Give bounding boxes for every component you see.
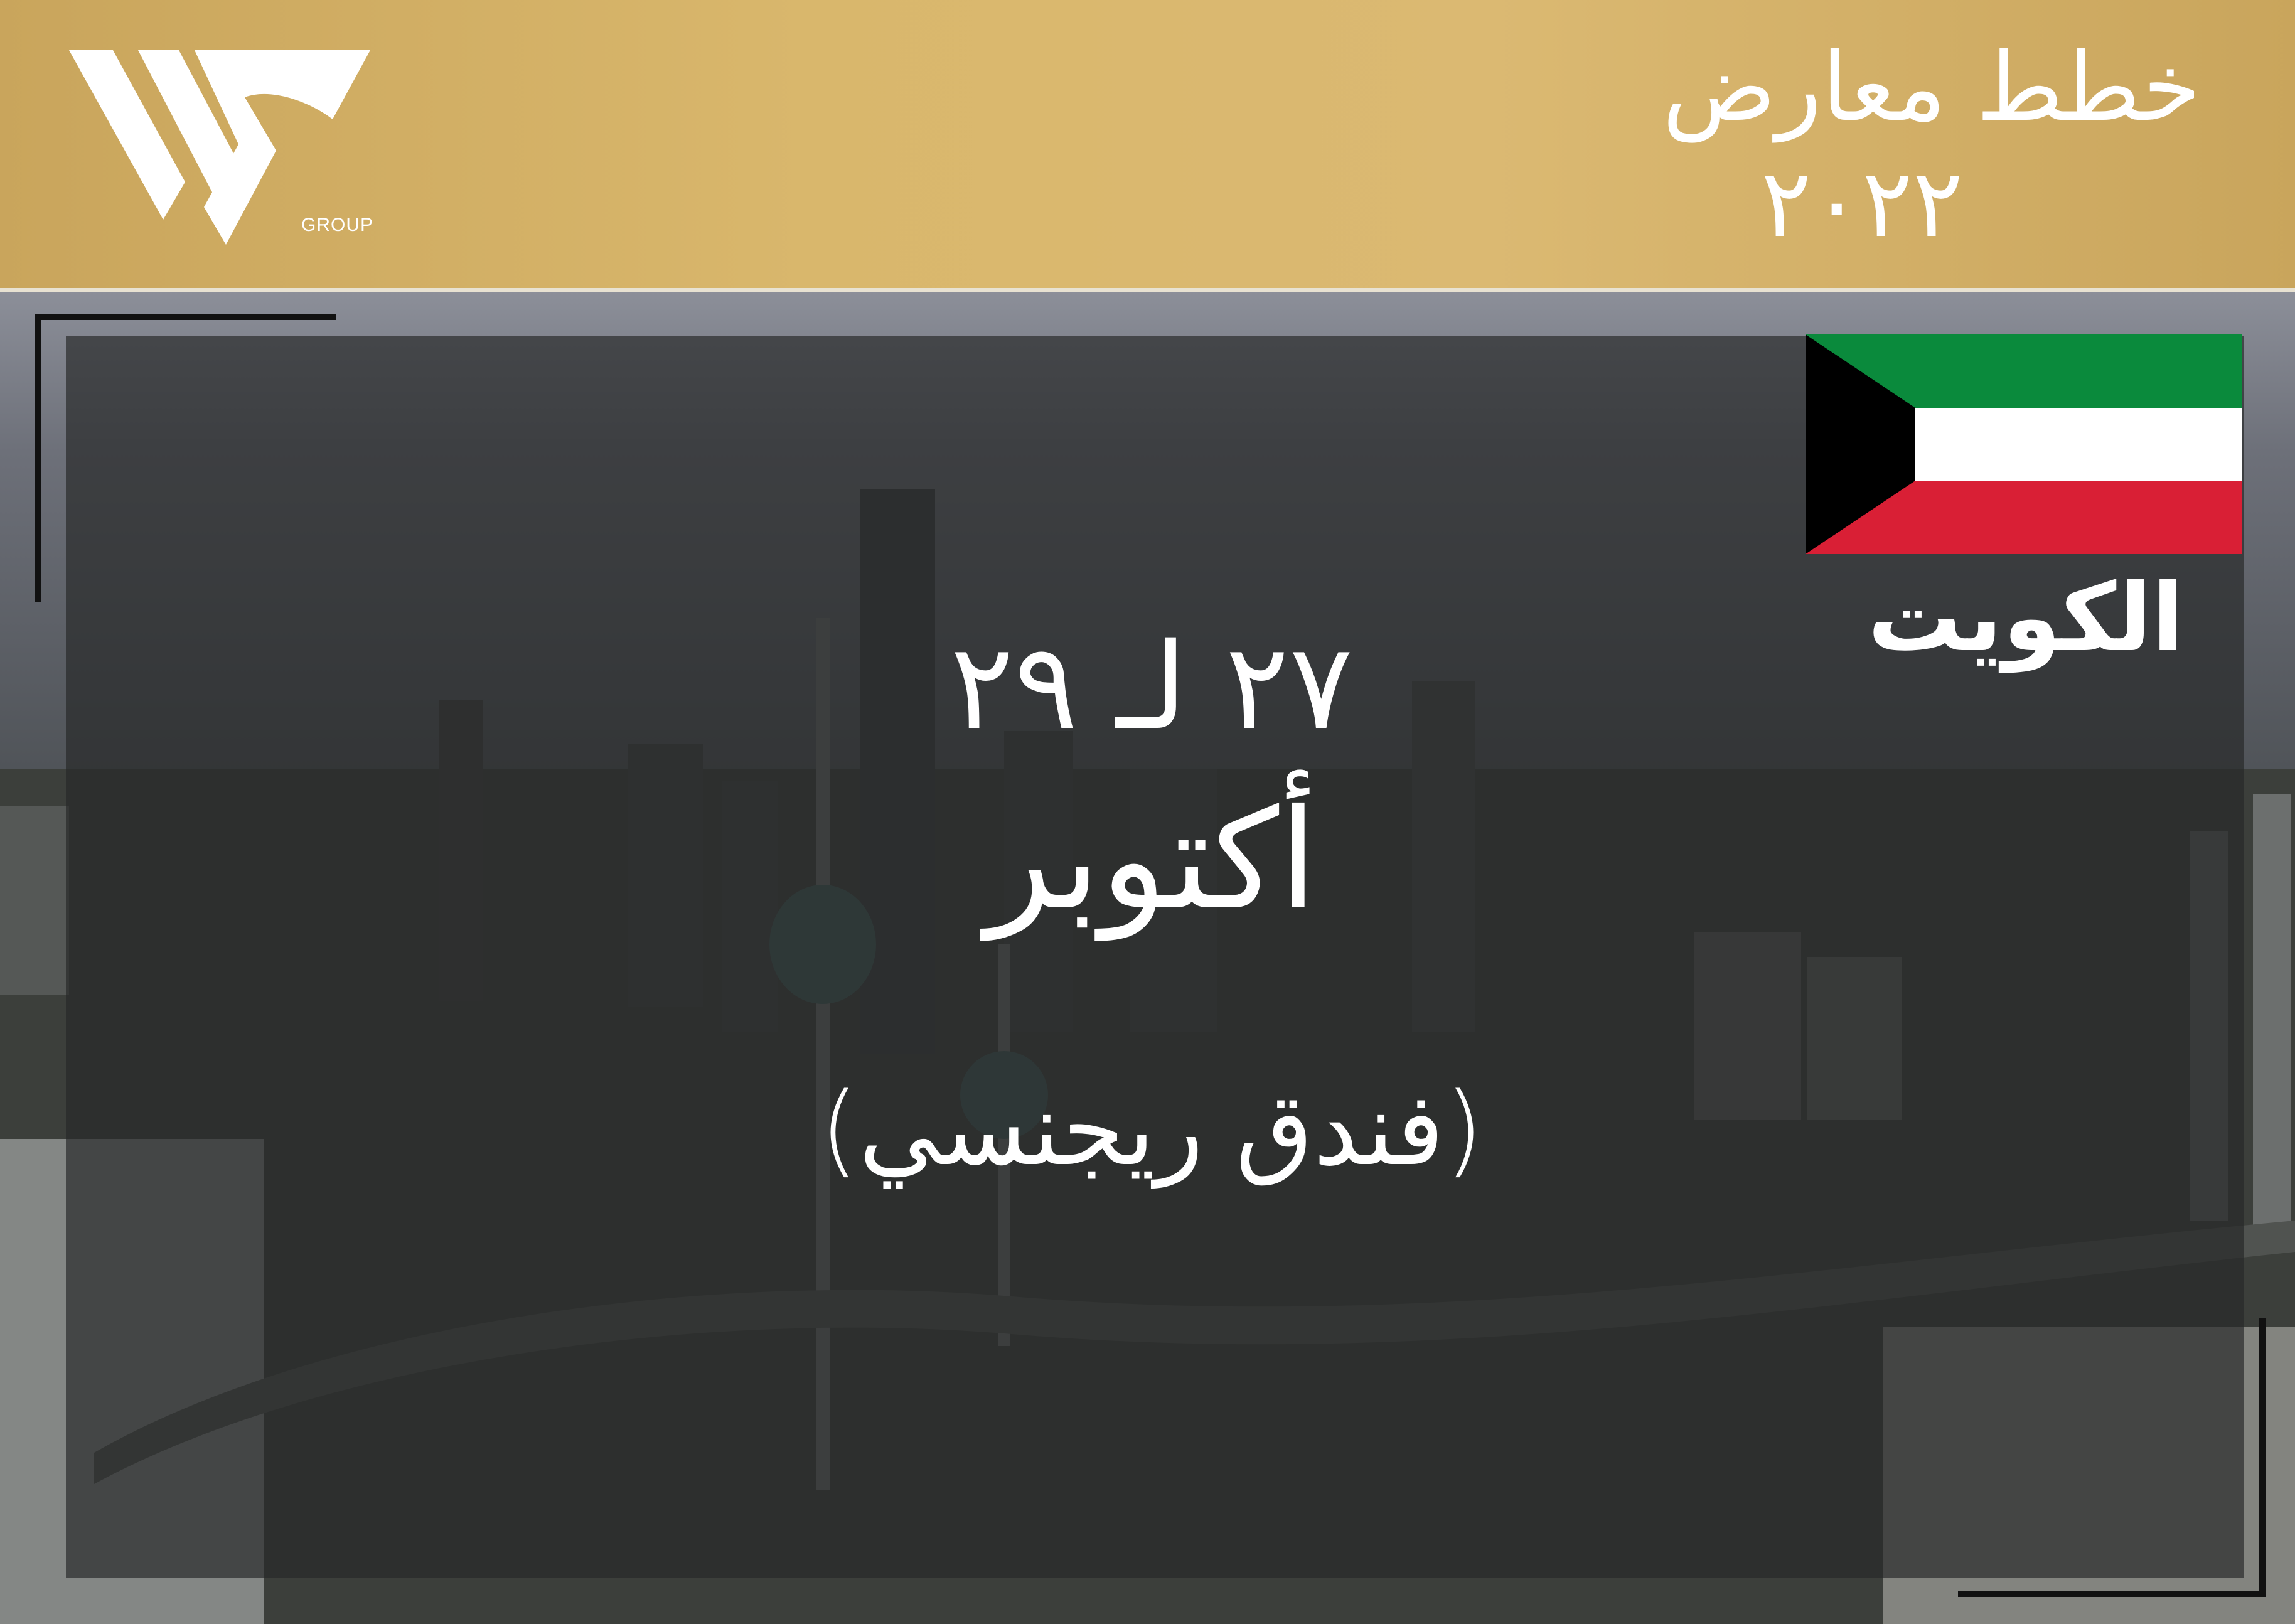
logo-caption: GROUP bbox=[301, 215, 374, 235]
kuwait-flag-icon bbox=[1806, 334, 2242, 554]
country-name: الكويت bbox=[1867, 564, 2184, 673]
page-year: ٢٠٢٢ bbox=[1760, 149, 1964, 259]
event-dates: ٢٧ لـ ٢٩ bbox=[950, 617, 1354, 756]
top-left-corner-bracket bbox=[35, 314, 336, 602]
header-banner: GROUP خطط معارض ٢٠٢٢ bbox=[0, 0, 2295, 292]
bottom-right-corner-bracket bbox=[1958, 1318, 2266, 1597]
event-month: أكتوبر bbox=[985, 779, 1318, 940]
page-title: خطط معارض bbox=[1662, 33, 2201, 142]
event-venue: (فندق ريجنسي) bbox=[819, 1071, 1484, 1188]
